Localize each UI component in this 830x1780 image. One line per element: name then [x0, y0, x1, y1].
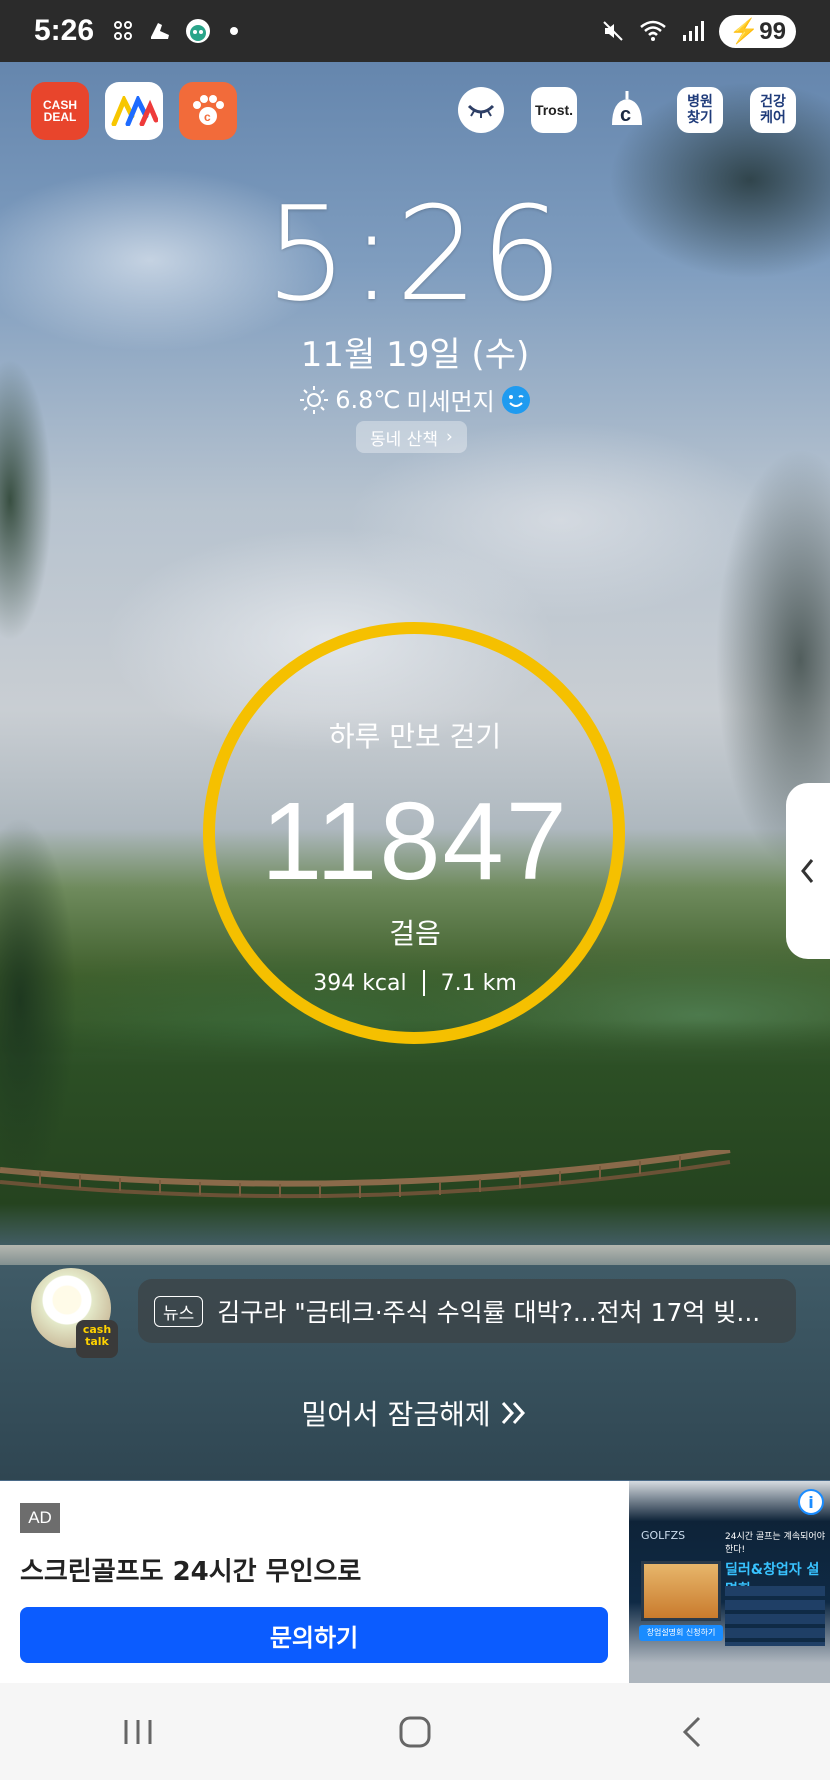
svg-text:c: c	[204, 110, 211, 124]
game-icon	[114, 21, 133, 40]
health-care-label: 건강 케어	[760, 94, 786, 126]
ad-image-list	[725, 1586, 825, 1646]
step-goal-title: 하루 만보 걷기	[328, 720, 502, 753]
closed-eye-icon	[467, 104, 495, 118]
battery-indicator: ⚡99	[719, 14, 796, 48]
ad-banner[interactable]: AD 스크린골프도 24시간 무인으로 문의하기 GOLFZS 24시간 골프는…	[0, 1481, 830, 1683]
chevron-left-icon	[801, 859, 814, 883]
calories: 394 kcal	[313, 970, 407, 996]
cashdeal-label: CASH DEAL	[42, 98, 77, 124]
home-icon	[399, 1716, 431, 1747]
notification-icons	[112, 17, 239, 45]
back-icon	[682, 1716, 700, 1747]
c-paw-app-shortcut[interactable]: c	[179, 82, 237, 140]
ad-image-storefront	[641, 1561, 721, 1621]
sun-icon	[300, 385, 329, 414]
shoe-icon	[151, 23, 170, 39]
ad-image-headline: 24시간 골프는 계속되어야 한다!	[725, 1532, 825, 1555]
stats-divider	[422, 970, 425, 996]
character-icon	[186, 19, 211, 43]
back-button[interactable]	[652, 1702, 732, 1762]
trost-label: Trost.	[534, 102, 574, 118]
ad-badge: AD	[20, 1503, 60, 1533]
more-notifications-dot	[230, 27, 239, 35]
walk-chip-label: 동네 산책	[370, 429, 438, 450]
fine-dust-label: 미세먼지	[406, 388, 495, 416]
weather-widget[interactable]: 6.8℃ 미세먼지	[0, 382, 830, 417]
hospital-finder-shortcut[interactable]: 병원 찾기	[677, 87, 723, 133]
neighborhood-walk-chip[interactable]: 동네 산책 ›	[356, 421, 467, 453]
step-unit: 걸음	[389, 917, 441, 950]
recent-apps-icon	[124, 1719, 152, 1744]
mute-icon	[603, 21, 624, 41]
swipe-to-unlock[interactable]: 밀어서 잠금해제	[0, 1393, 830, 1433]
temperature: 6.8℃	[335, 385, 401, 414]
ad-title: 스크린골프도 24시간 무인으로	[20, 1557, 362, 1587]
smiley-icon	[501, 385, 530, 414]
eye-app-shortcut[interactable]	[458, 87, 504, 133]
wallpaper-shore	[0, 1245, 830, 1265]
m-app-shortcut[interactable]	[105, 82, 163, 140]
battery-level: 99	[759, 17, 786, 45]
c-bell-icon: c	[612, 91, 642, 126]
system-icons: ⚡99	[601, 14, 796, 48]
step-count: 11847	[261, 780, 569, 903]
double-chevron-right-icon	[501, 1401, 525, 1425]
wallpaper-forest	[0, 1020, 830, 1250]
health-care-shortcut[interactable]: 건강 케어	[750, 87, 796, 133]
step-stats: 394 kcal 7.1 km	[0, 970, 830, 996]
status-time: 5:26	[34, 14, 95, 47]
signal-icon	[683, 21, 705, 41]
cashtalk-badge: cash talk	[76, 1320, 118, 1358]
news-tag: 뉴스	[154, 1295, 204, 1327]
lock-date: 11월 19일 (수)	[300, 335, 530, 375]
inquiry-button[interactable]: 문의하기	[20, 1607, 608, 1663]
news-headline: 김구라 "금테크·주식 수익률 대박?...전처 17억 빚...	[217, 1298, 761, 1327]
status-bar: 5:26 ⚡99	[0, 0, 830, 62]
c-app2-shortcut[interactable]: c	[604, 87, 650, 133]
ad-info-icon[interactable]: i	[798, 1489, 824, 1515]
chevron-right-icon: ›	[445, 427, 453, 447]
svg-text:c: c	[620, 104, 631, 126]
ad-image-brand: GOLFZS	[641, 1529, 686, 1542]
distance: 7.1 km	[440, 970, 517, 996]
charging-icon: ⚡	[729, 17, 760, 45]
recent-apps-button[interactable]	[98, 1702, 178, 1762]
hospital-finder-label: 병원 찾기	[687, 94, 713, 126]
trost-app-shortcut[interactable]: Trost.	[531, 87, 577, 133]
home-button[interactable]	[375, 1702, 455, 1762]
wifi-icon	[640, 20, 667, 41]
navigation-bar	[0, 1683, 830, 1780]
unlock-label: 밀어서 잠금해제	[301, 1398, 491, 1431]
m-logo-icon	[111, 96, 158, 126]
ad-image[interactable]: GOLFZS 24시간 골프는 계속되어야 한다! 딜러&창업자 설명회 창업설…	[629, 1481, 830, 1683]
cashdeal-app-shortcut[interactable]: CASH DEAL	[31, 82, 89, 140]
news-ticker[interactable]: 뉴스 김구라 "금테크·주식 수익률 대박?...전처 17억 빚...	[138, 1279, 796, 1343]
paw-logo-icon: c	[193, 95, 224, 125]
lock-clock: 5:26	[265, 178, 565, 330]
edge-panel-handle[interactable]	[786, 783, 830, 959]
ad-image-cta: 창업설명회 신청하기	[639, 1625, 723, 1641]
